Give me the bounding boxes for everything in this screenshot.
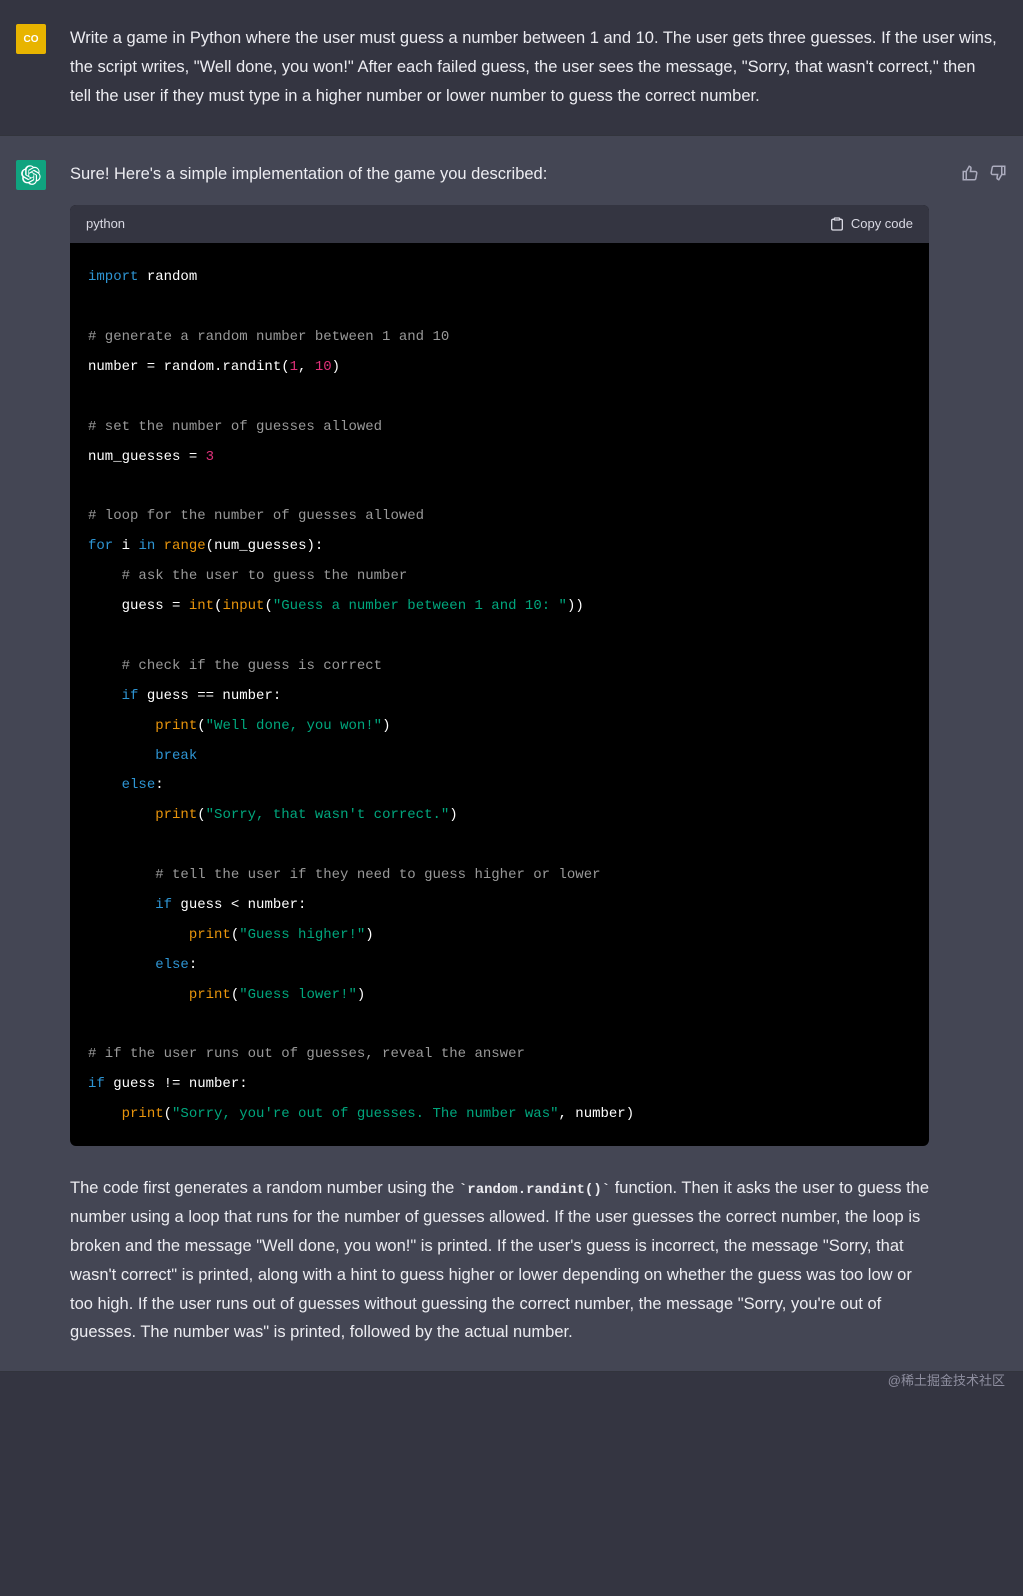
openai-logo-icon xyxy=(21,165,41,185)
copy-code-label: Copy code xyxy=(851,213,913,236)
code-block: python Copy code import random # generat… xyxy=(70,205,929,1147)
assistant-message-row: Sure! Here's a simple implementation of … xyxy=(0,135,1023,1373)
thumbs-up-icon xyxy=(961,164,979,182)
code-header: python Copy code xyxy=(70,205,929,244)
feedback-buttons xyxy=(961,164,1007,1348)
user-avatar: CO xyxy=(16,24,46,54)
explanation-pre: The code first generates a random number… xyxy=(70,1179,459,1197)
code-pre: import random # generate a random number… xyxy=(70,243,929,1146)
assistant-explanation: The code first generates a random number… xyxy=(70,1174,929,1347)
thumbs-down-button[interactable] xyxy=(989,164,1007,182)
watermark: @稀土掘金技术社区 xyxy=(0,1370,1023,1395)
explanation-post: function. Then it asks the user to guess… xyxy=(70,1179,929,1341)
clipboard-icon xyxy=(829,216,845,232)
assistant-body: Sure! Here's a simple implementation of … xyxy=(70,160,937,1348)
assistant-intro-text: Sure! Here's a simple implementation of … xyxy=(70,160,929,189)
thumbs-down-icon xyxy=(989,164,1007,182)
copy-code-button[interactable]: Copy code xyxy=(829,213,913,236)
code-language-label: python xyxy=(86,213,125,236)
user-prompt-text: Write a game in Python where the user mu… xyxy=(70,24,1007,111)
code-content: import random # generate a random number… xyxy=(88,269,634,1122)
inline-code: `random.randint()` xyxy=(459,1182,610,1198)
user-message-row: CO Write a game in Python where the user… xyxy=(0,0,1023,135)
assistant-avatar xyxy=(16,160,46,190)
thumbs-up-button[interactable] xyxy=(961,164,979,182)
